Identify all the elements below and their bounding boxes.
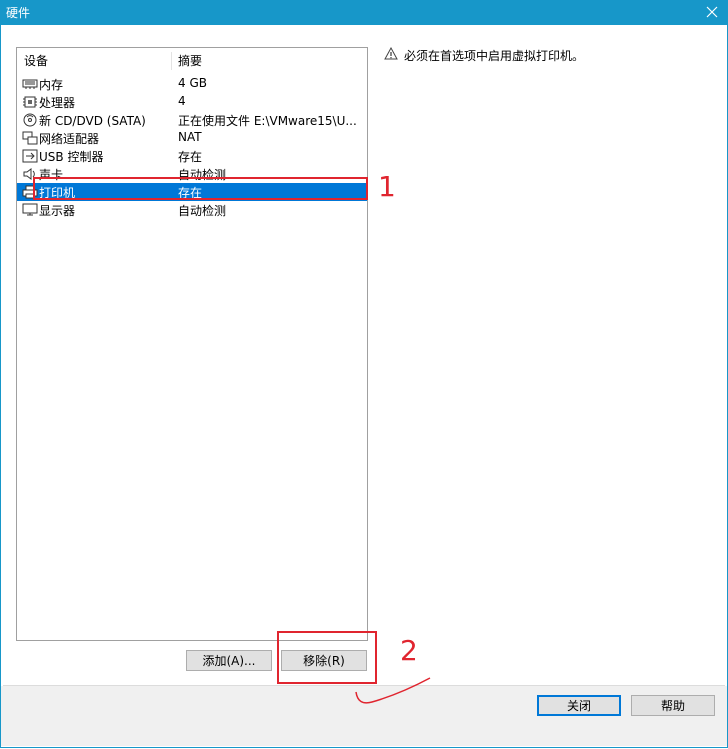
usb-icon bbox=[22, 149, 38, 163]
device-name: 处理器 bbox=[39, 96, 76, 110]
memory-icon bbox=[22, 79, 38, 89]
device-row-cd-dvd[interactable]: 新 CD/DVD (SATA) 正在使用文件 E:\VMware15\U... bbox=[17, 111, 367, 129]
device-row-processor[interactable]: 处理器 4 bbox=[17, 93, 367, 111]
annotation-label-2: 2 bbox=[400, 634, 418, 667]
title-bar: 硬件 bbox=[0, 0, 728, 25]
device-name: 新 CD/DVD (SATA) bbox=[39, 114, 146, 128]
close-window-button[interactable] bbox=[702, 2, 722, 22]
device-summary: 存在 bbox=[178, 150, 203, 164]
display-icon bbox=[22, 203, 38, 216]
annotation-checkmark bbox=[355, 677, 431, 704]
help-button[interactable]: 帮助 bbox=[631, 695, 715, 716]
column-header-summary[interactable]: 摘要 bbox=[178, 52, 202, 69]
close-icon bbox=[706, 6, 718, 18]
device-summary: 正在使用文件 E:\VMware15\U... bbox=[178, 114, 357, 128]
device-summary: 4 bbox=[178, 94, 186, 108]
device-summary: 4 GB bbox=[178, 76, 207, 90]
device-row-memory[interactable]: 内存 4 GB bbox=[17, 75, 367, 93]
annotation-box-printer bbox=[33, 177, 368, 200]
window-title: 硬件 bbox=[6, 6, 31, 20]
processor-icon bbox=[23, 96, 37, 108]
list-header: 设备 摘要 bbox=[17, 52, 367, 70]
device-name: 显示器 bbox=[39, 204, 76, 218]
device-row-network-adapter[interactable]: 网络适配器 NAT bbox=[17, 129, 367, 147]
device-name: 内存 bbox=[39, 78, 64, 92]
annotation-label-1: 1 bbox=[378, 170, 396, 203]
device-list[interactable]: 设备 摘要 内存 4 GB 处理器 4 新 CD/DVD (SATA) 正在使用… bbox=[16, 47, 368, 641]
close-button[interactable]: 关闭 bbox=[537, 695, 621, 716]
info-message-text: 必须在首选项中启用虚拟打印机。 bbox=[404, 49, 585, 63]
add-button[interactable]: 添加(A)... bbox=[186, 650, 272, 671]
device-row-usb-controller[interactable]: USB 控制器 存在 bbox=[17, 147, 367, 165]
device-name: USB 控制器 bbox=[39, 150, 104, 164]
network-adapter-icon bbox=[22, 131, 38, 145]
device-row-display[interactable]: 显示器 自动检测 bbox=[17, 201, 367, 219]
cd-dvd-icon bbox=[23, 113, 37, 127]
column-header-device[interactable]: 设备 bbox=[24, 52, 48, 69]
warning-icon bbox=[384, 47, 398, 60]
device-summary: NAT bbox=[178, 130, 202, 144]
device-name: 网络适配器 bbox=[39, 132, 100, 146]
device-summary: 自动检测 bbox=[178, 204, 227, 218]
column-divider[interactable] bbox=[171, 52, 172, 70]
